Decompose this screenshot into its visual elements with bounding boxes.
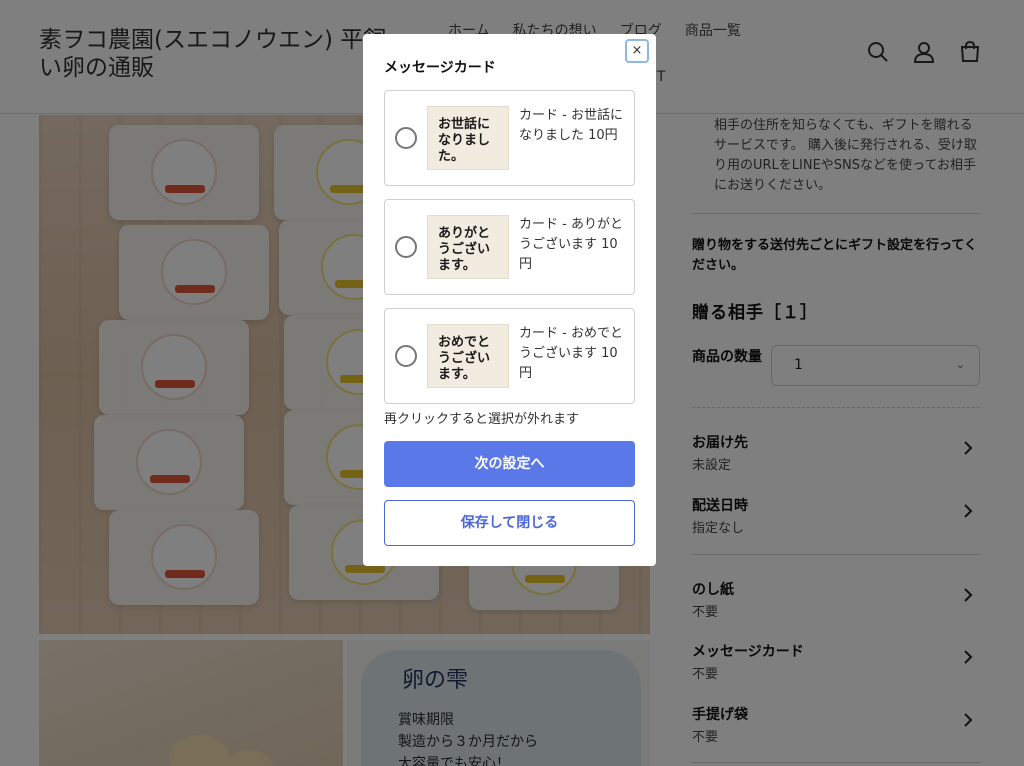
modal-title: メッセージカード bbox=[384, 60, 496, 76]
card-thumbnail: おめでとうございます。 bbox=[427, 324, 509, 388]
card-option-label: カード - お世話になりました 10円 bbox=[519, 108, 623, 143]
radio-button[interactable] bbox=[395, 345, 417, 367]
deselect-hint: 再クリックすると選択が外れます bbox=[384, 412, 580, 427]
close-button[interactable]: × bbox=[625, 39, 649, 63]
card-option-omedetou[interactable]: おめでとうございます。 カード - おめでとうございます 10円 bbox=[384, 308, 635, 404]
save-and-close-button[interactable]: 保存して閉じる bbox=[384, 500, 635, 546]
next-settings-button[interactable]: 次の設定へ bbox=[384, 441, 635, 487]
radio-button[interactable] bbox=[395, 236, 417, 258]
card-option-label: カード - おめでとうございます 10円 bbox=[519, 326, 623, 381]
card-thumbnail: お世話になりました。 bbox=[427, 106, 509, 170]
message-card-modal: メッセージカード × お世話になりました。 カード - お世話になりました 10… bbox=[363, 34, 656, 566]
card-option-osewa[interactable]: お世話になりました。 カード - お世話になりました 10円 bbox=[384, 90, 635, 186]
card-thumbnail: ありがとうございます。 bbox=[427, 215, 509, 279]
card-option-arigatou[interactable]: ありがとうございます。 カード - ありがとうございます 10円 bbox=[384, 199, 635, 295]
card-option-label: カード - ありがとうございます 10円 bbox=[519, 217, 623, 272]
radio-button[interactable] bbox=[395, 127, 417, 149]
